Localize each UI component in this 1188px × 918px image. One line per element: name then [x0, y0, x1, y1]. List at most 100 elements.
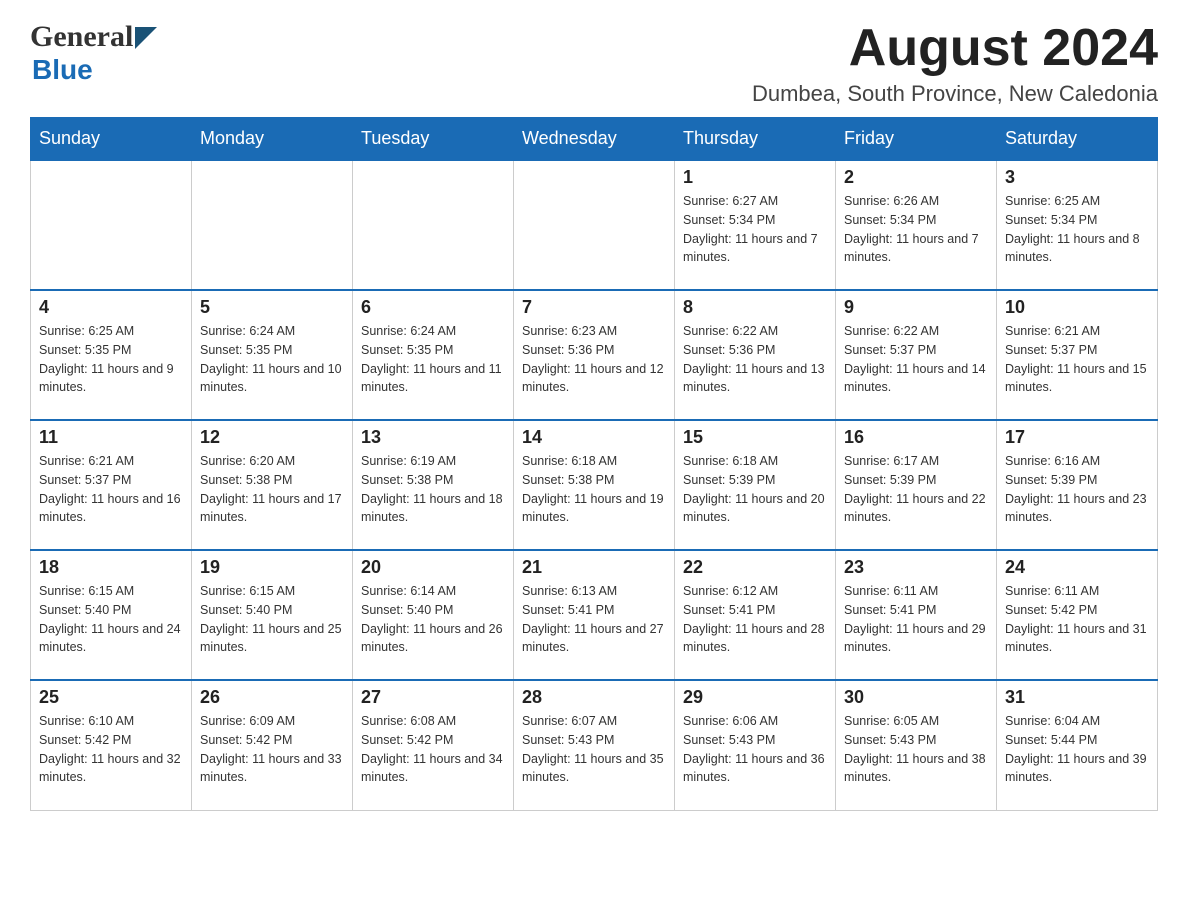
calendar-cell: 31 Sunrise: 6:04 AMSunset: 5:44 PMDayligh…	[997, 680, 1158, 810]
calendar-cell: 10 Sunrise: 6:21 AMSunset: 5:37 PMDayligh…	[997, 290, 1158, 420]
day-number: 29	[683, 687, 827, 708]
calendar-day-header: Wednesday	[514, 118, 675, 161]
day-info: Sunrise: 6:12 AMSunset: 5:41 PMDaylight:…	[683, 582, 827, 657]
day-number: 22	[683, 557, 827, 578]
day-number: 13	[361, 427, 505, 448]
day-number: 18	[39, 557, 183, 578]
calendar-week-row: 1 Sunrise: 6:27 AMSunset: 5:34 PMDaylight…	[31, 160, 1158, 290]
day-info: Sunrise: 6:21 AMSunset: 5:37 PMDaylight:…	[39, 452, 183, 527]
day-number: 25	[39, 687, 183, 708]
day-number: 17	[1005, 427, 1149, 448]
day-number: 26	[200, 687, 344, 708]
calendar-cell	[31, 160, 192, 290]
page-header: General Blue August 2024 Dumbea, South P…	[30, 20, 1158, 107]
day-number: 4	[39, 297, 183, 318]
calendar-week-row: 4 Sunrise: 6:25 AMSunset: 5:35 PMDaylight…	[31, 290, 1158, 420]
day-info: Sunrise: 6:05 AMSunset: 5:43 PMDaylight:…	[844, 712, 988, 787]
calendar-cell: 11 Sunrise: 6:21 AMSunset: 5:37 PMDayligh…	[31, 420, 192, 550]
calendar-cell: 16 Sunrise: 6:17 AMSunset: 5:39 PMDayligh…	[836, 420, 997, 550]
day-info: Sunrise: 6:27 AMSunset: 5:34 PMDaylight:…	[683, 192, 827, 267]
day-info: Sunrise: 6:24 AMSunset: 5:35 PMDaylight:…	[200, 322, 344, 397]
day-number: 10	[1005, 297, 1149, 318]
day-info: Sunrise: 6:17 AMSunset: 5:39 PMDaylight:…	[844, 452, 988, 527]
day-info: Sunrise: 6:11 AMSunset: 5:41 PMDaylight:…	[844, 582, 988, 657]
logo-blue-text: Blue	[32, 54, 93, 86]
day-info: Sunrise: 6:23 AMSunset: 5:36 PMDaylight:…	[522, 322, 666, 397]
day-info: Sunrise: 6:09 AMSunset: 5:42 PMDaylight:…	[200, 712, 344, 787]
day-info: Sunrise: 6:21 AMSunset: 5:37 PMDaylight:…	[1005, 322, 1149, 397]
calendar-cell: 30 Sunrise: 6:05 AMSunset: 5:43 PMDayligh…	[836, 680, 997, 810]
calendar-cell: 24Sunrise: 6:11 AMSunset: 5:42 PMDayligh…	[997, 550, 1158, 680]
day-info: Sunrise: 6:25 AMSunset: 5:34 PMDaylight:…	[1005, 192, 1149, 267]
calendar-week-row: 11 Sunrise: 6:21 AMSunset: 5:37 PMDayligh…	[31, 420, 1158, 550]
calendar-cell	[353, 160, 514, 290]
calendar-cell: 23Sunrise: 6:11 AMSunset: 5:41 PMDayligh…	[836, 550, 997, 680]
calendar-header-row: SundayMondayTuesdayWednesdayThursdayFrid…	[31, 118, 1158, 161]
day-info: Sunrise: 6:18 AMSunset: 5:38 PMDaylight:…	[522, 452, 666, 527]
calendar-cell: 3 Sunrise: 6:25 AMSunset: 5:34 PMDaylight…	[997, 160, 1158, 290]
day-number: 15	[683, 427, 827, 448]
calendar-cell: 9Sunrise: 6:22 AMSunset: 5:37 PMDaylight…	[836, 290, 997, 420]
calendar-cell: 1 Sunrise: 6:27 AMSunset: 5:34 PMDaylight…	[675, 160, 836, 290]
day-number: 27	[361, 687, 505, 708]
day-number: 24	[1005, 557, 1149, 578]
calendar-cell: 14 Sunrise: 6:18 AMSunset: 5:38 PMDayligh…	[514, 420, 675, 550]
calendar-cell: 7 Sunrise: 6:23 AMSunset: 5:36 PMDaylight…	[514, 290, 675, 420]
calendar-week-row: 18Sunrise: 6:15 AMSunset: 5:40 PMDayligh…	[31, 550, 1158, 680]
day-number: 21	[522, 557, 666, 578]
logo-triangle-icon	[135, 27, 157, 49]
calendar-cell: 21Sunrise: 6:13 AMSunset: 5:41 PMDayligh…	[514, 550, 675, 680]
calendar-day-header: Monday	[192, 118, 353, 161]
day-number: 20	[361, 557, 505, 578]
day-number: 5	[200, 297, 344, 318]
day-number: 11	[39, 427, 183, 448]
day-info: Sunrise: 6:20 AMSunset: 5:38 PMDaylight:…	[200, 452, 344, 527]
day-number: 3	[1005, 167, 1149, 188]
logo: General Blue	[30, 20, 157, 86]
calendar-cell: 15 Sunrise: 6:18 AMSunset: 5:39 PMDayligh…	[675, 420, 836, 550]
calendar-cell: 19Sunrise: 6:15 AMSunset: 5:40 PMDayligh…	[192, 550, 353, 680]
calendar-cell	[514, 160, 675, 290]
day-info: Sunrise: 6:08 AMSunset: 5:42 PMDaylight:…	[361, 712, 505, 787]
day-info: Sunrise: 6:10 AMSunset: 5:42 PMDaylight:…	[39, 712, 183, 787]
calendar-cell: 13 Sunrise: 6:19 AMSunset: 5:38 PMDayligh…	[353, 420, 514, 550]
day-number: 28	[522, 687, 666, 708]
day-info: Sunrise: 6:26 AMSunset: 5:34 PMDaylight:…	[844, 192, 988, 267]
month-title: August 2024	[752, 20, 1158, 77]
day-number: 8	[683, 297, 827, 318]
day-number: 7	[522, 297, 666, 318]
calendar-cell: 4 Sunrise: 6:25 AMSunset: 5:35 PMDaylight…	[31, 290, 192, 420]
calendar-day-header: Friday	[836, 118, 997, 161]
day-info: Sunrise: 6:16 AMSunset: 5:39 PMDaylight:…	[1005, 452, 1149, 527]
day-number: 1	[683, 167, 827, 188]
calendar-cell: 27 Sunrise: 6:08 AMSunset: 5:42 PMDayligh…	[353, 680, 514, 810]
calendar-cell	[192, 160, 353, 290]
logo-icon: General	[30, 20, 157, 54]
day-info: Sunrise: 6:04 AMSunset: 5:44 PMDaylight:…	[1005, 712, 1149, 787]
day-number: 9	[844, 297, 988, 318]
day-number: 31	[1005, 687, 1149, 708]
logo-general-text: General	[30, 20, 133, 54]
day-number: 30	[844, 687, 988, 708]
day-number: 16	[844, 427, 988, 448]
location-title: Dumbea, South Province, New Caledonia	[752, 81, 1158, 107]
day-info: Sunrise: 6:18 AMSunset: 5:39 PMDaylight:…	[683, 452, 827, 527]
calendar-cell: 28 Sunrise: 6:07 AMSunset: 5:43 PMDayligh…	[514, 680, 675, 810]
day-number: 14	[522, 427, 666, 448]
calendar-day-header: Tuesday	[353, 118, 514, 161]
day-info: Sunrise: 6:19 AMSunset: 5:38 PMDaylight:…	[361, 452, 505, 527]
calendar-day-header: Saturday	[997, 118, 1158, 161]
calendar-day-header: Sunday	[31, 118, 192, 161]
calendar-cell: 29 Sunrise: 6:06 AMSunset: 5:43 PMDayligh…	[675, 680, 836, 810]
calendar-day-header: Thursday	[675, 118, 836, 161]
calendar-cell: 20Sunrise: 6:14 AMSunset: 5:40 PMDayligh…	[353, 550, 514, 680]
day-info: Sunrise: 6:07 AMSunset: 5:43 PMDaylight:…	[522, 712, 666, 787]
day-info: Sunrise: 6:06 AMSunset: 5:43 PMDaylight:…	[683, 712, 827, 787]
day-number: 6	[361, 297, 505, 318]
day-number: 19	[200, 557, 344, 578]
calendar-week-row: 25 Sunrise: 6:10 AMSunset: 5:42 PMDayligh…	[31, 680, 1158, 810]
calendar-cell: 25 Sunrise: 6:10 AMSunset: 5:42 PMDayligh…	[31, 680, 192, 810]
title-area: August 2024 Dumbea, South Province, New …	[752, 20, 1158, 107]
calendar-cell: 2Sunrise: 6:26 AMSunset: 5:34 PMDaylight…	[836, 160, 997, 290]
day-info: Sunrise: 6:25 AMSunset: 5:35 PMDaylight:…	[39, 322, 183, 397]
